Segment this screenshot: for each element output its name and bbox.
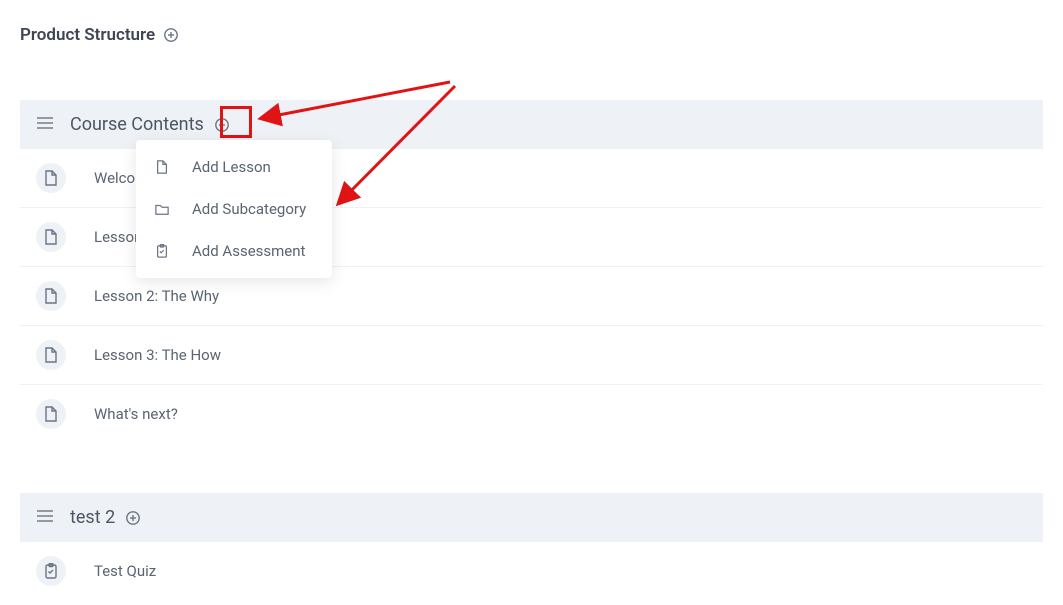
page-icon	[36, 281, 66, 311]
section-add-button[interactable]	[214, 117, 230, 133]
page-icon	[36, 222, 66, 252]
menu-item-label: Add Assessment	[192, 242, 305, 260]
section-course-contents: Course Contents Welcome Lesson 1 Lesson …	[20, 100, 1043, 443]
item-label: What's next?	[94, 405, 178, 423]
folder-icon	[154, 202, 170, 216]
section-header[interactable]: test 2	[20, 493, 1043, 542]
item-label: Lesson 3: The How	[94, 346, 221, 364]
page-icon	[36, 340, 66, 370]
item-label: Test Quiz	[94, 562, 156, 580]
add-section-icon[interactable]	[163, 27, 179, 43]
list-item[interactable]: Lesson 3: The How	[20, 326, 1043, 385]
add-subcategory-menu-item[interactable]: Add Subcategory	[136, 188, 332, 230]
page-title: Product Structure	[20, 25, 155, 45]
page-icon	[36, 163, 66, 193]
section-title: Course Contents	[70, 114, 204, 135]
drag-handle-icon[interactable]	[36, 508, 54, 527]
items-list: Test Quiz	[20, 542, 1043, 600]
drag-handle-icon[interactable]	[36, 115, 54, 134]
page-icon	[36, 399, 66, 429]
page-title-row: Product Structure	[20, 25, 1043, 45]
menu-item-label: Add Lesson	[192, 158, 271, 176]
assessment-icon	[154, 244, 170, 258]
list-item[interactable]: Test Quiz	[20, 542, 1043, 600]
add-lesson-menu-item[interactable]: Add Lesson	[136, 146, 332, 188]
section-title: test 2	[70, 507, 115, 528]
add-assessment-menu-item[interactable]: Add Assessment	[136, 230, 332, 272]
list-item[interactable]: What's next?	[20, 385, 1043, 443]
quiz-icon	[36, 556, 66, 586]
menu-item-label: Add Subcategory	[192, 200, 306, 218]
section-test-2: test 2 Test Quiz	[20, 493, 1043, 600]
item-label: Lesson 2: The Why	[94, 287, 219, 305]
page-icon	[154, 160, 170, 174]
section-add-button[interactable]	[125, 510, 141, 526]
add-menu-popover: Add Lesson Add Subcategory Add Assessmen…	[136, 140, 332, 278]
